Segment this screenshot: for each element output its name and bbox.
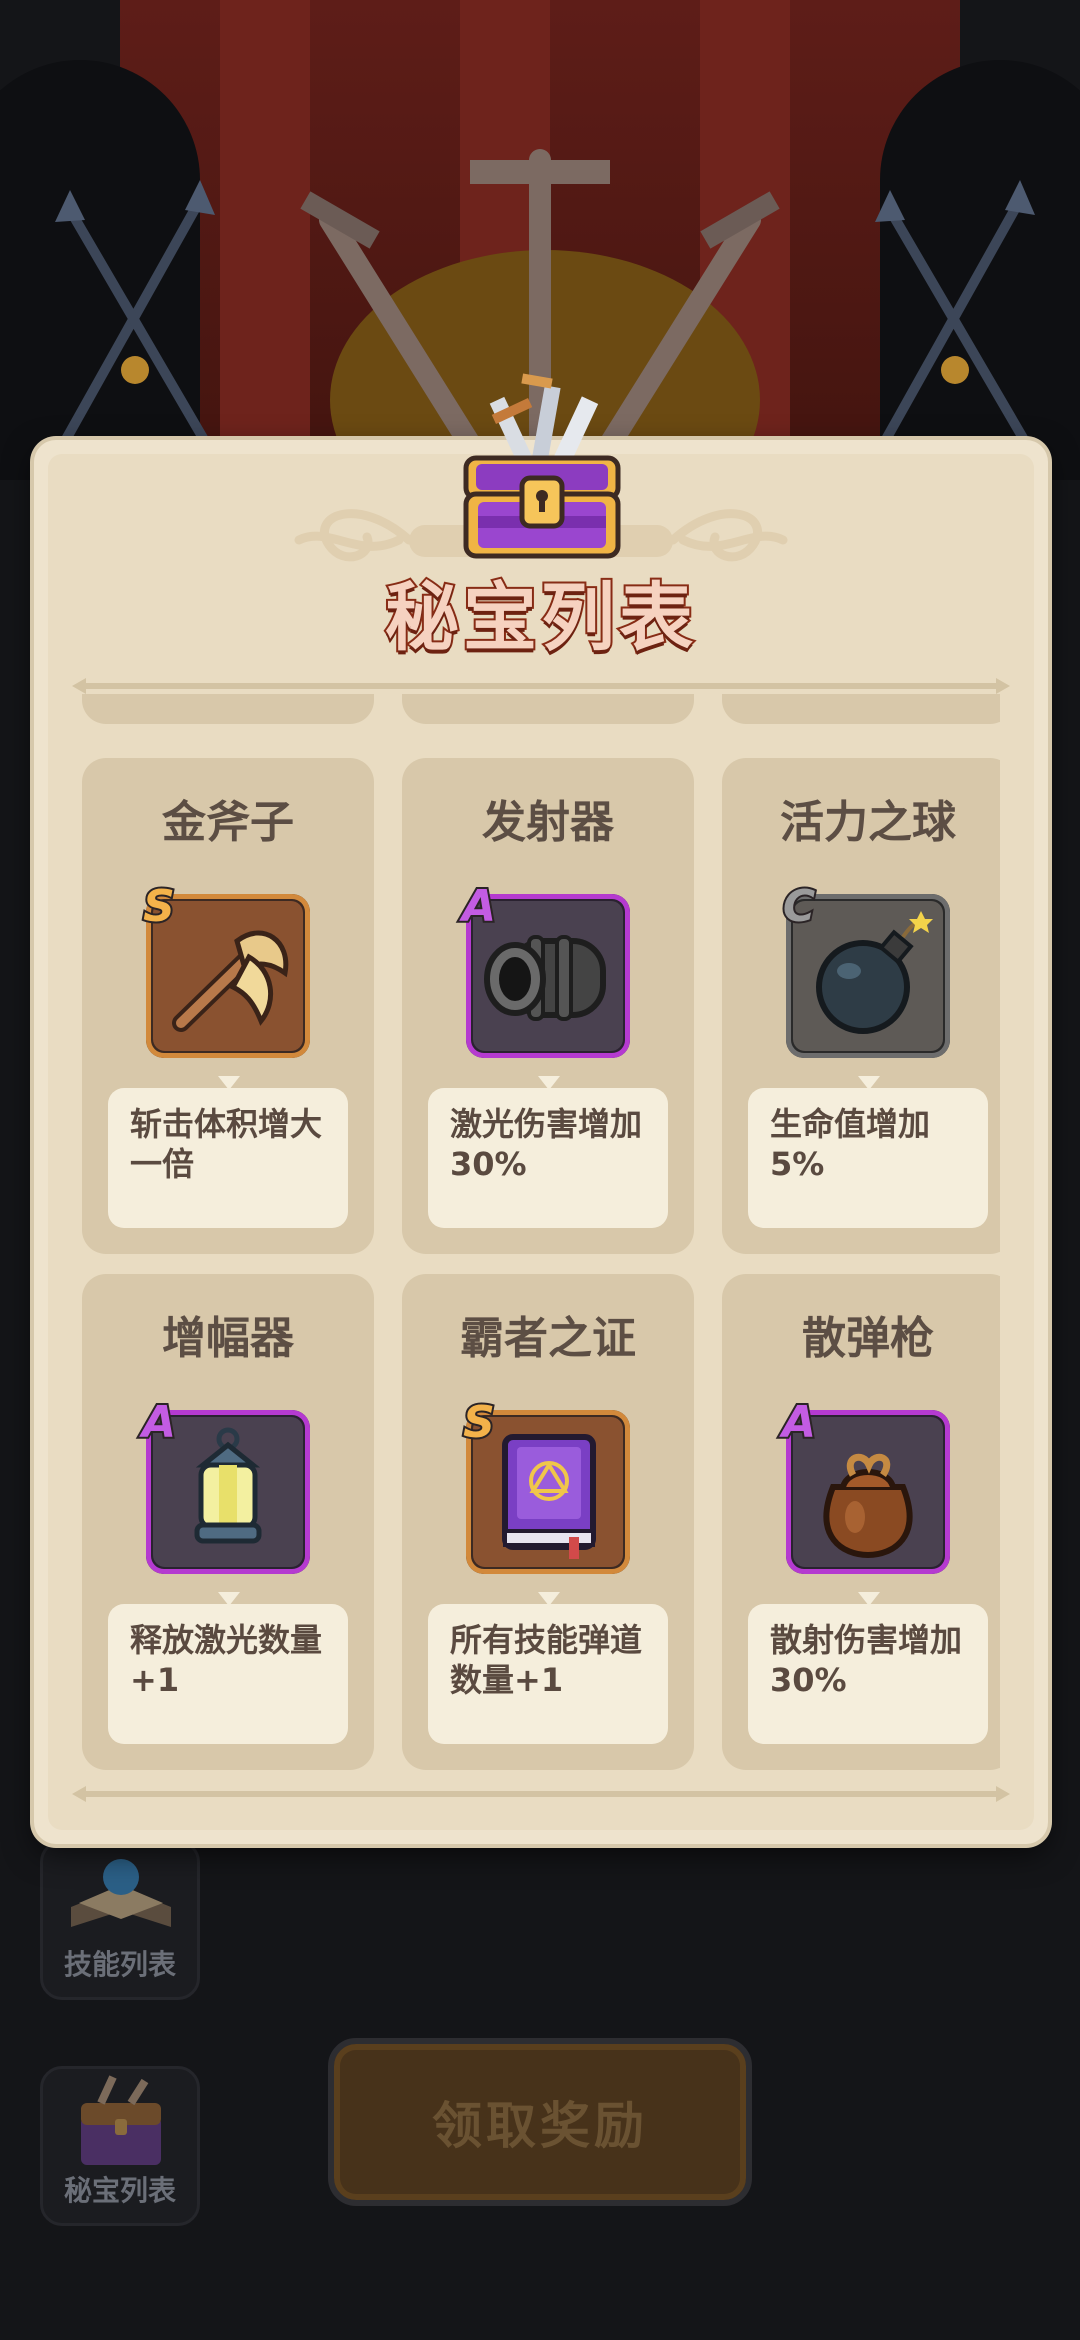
treasure-chest-icon (81, 2075, 161, 2165)
claim-reward-button[interactable]: 领取奖励 (328, 2038, 752, 2206)
rank-badge: A (140, 1396, 178, 1450)
treasure-chest-icon (463, 373, 621, 559)
crossed-spears-left-icon (55, 180, 215, 455)
treasure-description: 斩击体积增大一倍 (108, 1088, 348, 1228)
treasure-list-label: 秘宝列表 (63, 2174, 176, 2207)
treasure-card[interactable]: 金斧子 S 斩击体积增大一倍 (82, 758, 374, 1254)
rank-badge: C (781, 880, 817, 934)
rank-badge: S (461, 1396, 497, 1450)
spell-book-icon (71, 1859, 171, 1927)
treasure-description: 生命值增加5% (748, 1088, 988, 1228)
treasure-name: 散弹枪 (802, 1313, 934, 1364)
card-partial (722, 694, 1000, 724)
bottom-divider (72, 1786, 1010, 1802)
card-partial (402, 694, 694, 724)
rank-badge: A (460, 880, 498, 934)
treasure-name: 活力之球 (780, 797, 956, 848)
dialog-title: 秘宝列表 (383, 573, 697, 663)
treasure-card[interactable]: 活力之球 C 生命值增加5% (722, 758, 1000, 1254)
treasure-description: 散射伤害增加30% (748, 1604, 988, 1744)
rank-badge: A (780, 1396, 818, 1450)
treasure-card[interactable]: 增幅器 A 释放激光数量+1 (82, 1274, 374, 1770)
treasure-list-button[interactable]: 秘宝列表 (40, 2066, 200, 2226)
treasure-card[interactable]: 发射器 A 激光伤害增加30% (402, 758, 694, 1254)
crossed-spears-right-icon (875, 180, 1035, 455)
treasure-name: 发射器 (482, 797, 614, 848)
treasure-name: 霸者之证 (460, 1313, 636, 1364)
treasure-list-dialog: 秘宝列表 金斧子 S 斩击体积增大一倍 发射器 A 激光伤害增加30% 活力之球… (34, 373, 1048, 1844)
treasure-grid[interactable]: 金斧子 S 斩击体积增大一倍 发射器 A 激光伤害增加30% 活力之球 C 生命… (82, 694, 1000, 1790)
treasure-name: 金斧子 (162, 797, 294, 848)
treasure-description: 所有技能弹道数量+1 (428, 1604, 668, 1744)
skills-list-button[interactable]: 技能列表 (40, 1840, 200, 2000)
treasure-card[interactable]: 霸者之证 S 所有技能弹道数量+1 (402, 1274, 694, 1770)
treasure-name: 增幅器 (162, 1313, 294, 1364)
treasure-description: 释放激光数量+1 (108, 1604, 348, 1744)
treasure-description: 激光伤害增加30% (428, 1088, 668, 1228)
skills-list-label: 技能列表 (63, 1948, 176, 1981)
card-partial (82, 694, 374, 724)
rank-badge: S (141, 880, 177, 934)
treasure-card[interactable]: 散弹枪 A 散射伤害增加30% (722, 1274, 1000, 1770)
